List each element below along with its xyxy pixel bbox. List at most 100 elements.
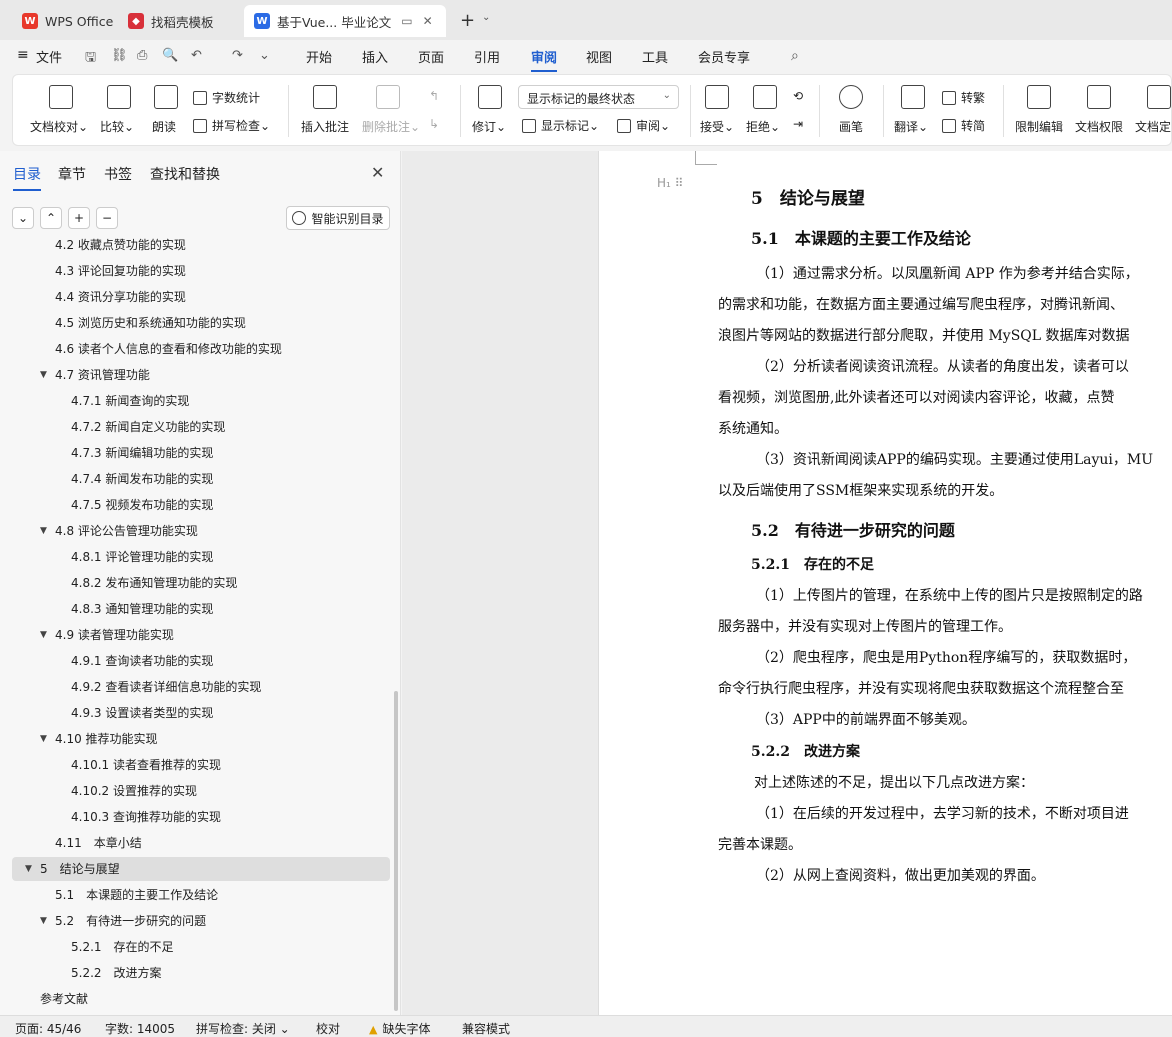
track-changes-button[interactable]: 修订⌄ xyxy=(469,75,509,147)
review-pane-button[interactable]: 审阅 ⌄ xyxy=(617,117,670,134)
reject-button[interactable]: 拒绝⌄ xyxy=(745,75,781,147)
expand-arrow-icon[interactable]: ▼ xyxy=(40,364,47,386)
toc-item[interactable]: 4.8.1 评论管理功能的实现 xyxy=(71,546,213,568)
toc-item[interactable]: 4.2 收藏点赞功能的实现 xyxy=(55,234,186,256)
collapse-up-icon[interactable]: ⌃ xyxy=(40,207,62,229)
toc-scrollbar[interactable] xyxy=(394,691,398,1011)
spell-check-button[interactable]: 拼写检查 ⌄ xyxy=(193,117,270,134)
to-simplified-button[interactable]: 转简 xyxy=(942,117,985,134)
expand-arrow-icon[interactable]: ▼ xyxy=(40,728,47,750)
toc-item[interactable]: ▼ 4.10 推荐功能实现 xyxy=(40,728,158,750)
nav-tab-find-replace[interactable]: 查找和替换 xyxy=(150,164,220,184)
word-count-button[interactable]: 字数统计 xyxy=(193,89,260,106)
menu-file[interactable]: 文件 xyxy=(36,47,62,66)
toc-item[interactable]: 4.10.3 查询推荐功能的实现 xyxy=(71,806,221,828)
toc-item[interactable]: 4.3 评论回复功能的实现 xyxy=(55,260,186,282)
expand-arrow-icon[interactable]: ▼ xyxy=(40,520,47,542)
save-icon[interactable]: 🖫 xyxy=(85,48,96,70)
toc-item[interactable]: 参考文献 xyxy=(40,988,88,1010)
toc-item[interactable]: 4.4 资讯分享功能的实现 xyxy=(55,286,186,308)
read-aloud-button[interactable]: 朗读 xyxy=(149,75,185,147)
page-indicator[interactable]: 页面: 45/46 xyxy=(15,1020,81,1037)
remove-heading-icon[interactable]: − xyxy=(96,207,118,229)
doc-proof-button[interactable]: 文档校对⌄ xyxy=(27,75,88,147)
toc-item[interactable]: 4.9.3 设置读者类型的实现 xyxy=(71,702,213,724)
close-tab-icon[interactable]: ✕ xyxy=(423,14,433,28)
menu-home[interactable]: 开始 xyxy=(306,47,332,66)
toc-item[interactable]: ▼ 4.7 资讯管理功能 xyxy=(40,364,150,386)
hamburger-icon[interactable]: ≡ xyxy=(17,47,29,63)
redo-icon[interactable]: ↷ xyxy=(232,48,243,63)
toc-item[interactable]: 4.7.3 新闻编辑功能的实现 xyxy=(71,442,213,464)
prev-change-icon[interactable]: ⟲ xyxy=(793,89,803,103)
toc-item[interactable]: 4.7.4 新闻发布功能的实现 xyxy=(71,468,213,490)
toc-item[interactable]: 5.2.2 改进方案 xyxy=(71,962,162,984)
print-icon[interactable]: ⎙ xyxy=(137,48,147,63)
restrict-edit-button[interactable]: 限制编辑 xyxy=(1011,75,1067,147)
to-traditional-button[interactable]: 转繁 xyxy=(942,89,985,106)
proof-status[interactable]: 校对 xyxy=(316,1020,340,1037)
accept-button[interactable]: 接受⌄ xyxy=(699,75,735,147)
tab-document[interactable]: W 基于Vue... 毕业论文 ▭ ✕ xyxy=(244,5,446,37)
chevron-down-icon[interactable]: ⌄ xyxy=(259,48,270,63)
toc-item[interactable]: 4.7.5 视频发布功能的实现 xyxy=(71,494,213,516)
heading-drag-handle-icon[interactable]: H₁ ⠿ xyxy=(657,176,683,190)
nav-tab-toc[interactable]: 目录 xyxy=(13,164,41,191)
menu-membership[interactable]: 会员专享 xyxy=(698,47,750,66)
toc-item[interactable]: ▼ 4.8 评论公告管理功能实现 xyxy=(40,520,198,542)
toc-item[interactable]: ▼ 5.2 有待进一步研究的问题 xyxy=(40,910,206,932)
doc-permission-button[interactable]: 文档权限 xyxy=(1071,75,1127,147)
expand-arrow-icon[interactable]: ▼ xyxy=(25,858,32,880)
spell-check-status[interactable]: 拼写检查: 关闭 ⌄ xyxy=(196,1020,290,1037)
expand-arrow-icon[interactable]: ▼ xyxy=(40,624,47,646)
link-icon[interactable]: ⛓ xyxy=(111,48,128,63)
chevron-down-icon[interactable]: ⌄ xyxy=(482,12,490,23)
expand-down-icon[interactable]: ⌄ xyxy=(12,207,34,229)
pen-button[interactable]: 画笔 xyxy=(831,75,871,147)
toc-item[interactable]: 4.11 本章小结 xyxy=(55,832,142,854)
document-page[interactable]: H₁ ⠿ 5 结论与展望 5.1 本课题的主要工作及结论 （1）通过需求分析。以凤凰… xyxy=(598,151,1172,1015)
toc-item[interactable]: ▼ 4.9 读者管理功能实现 xyxy=(40,624,174,646)
next-comment-icon[interactable]: ↳ xyxy=(429,117,439,131)
tab-docer-templates[interactable]: ◆ 找稻壳模板 xyxy=(118,5,224,37)
undo-icon[interactable]: ↶ xyxy=(191,48,202,63)
close-pane-icon[interactable]: ✕ xyxy=(371,163,384,182)
next-change-icon[interactable]: ⇥ xyxy=(793,117,803,131)
toc-item[interactable]: 4.10.2 设置推荐的实现 xyxy=(71,780,197,802)
toc-item[interactable]: 4.8.3 通知管理功能的实现 xyxy=(71,598,213,620)
print-preview-icon[interactable]: 🔍 xyxy=(162,48,178,63)
markup-state-select[interactable]: 显示标记的最终状态 ⌄ xyxy=(518,85,679,109)
toc-item[interactable]: 4.7.2 新闻自定义功能的实现 xyxy=(71,416,225,438)
menu-references[interactable]: 引用 xyxy=(474,47,500,66)
monitor-icon[interactable]: ▭ xyxy=(401,14,412,28)
word-count-indicator[interactable]: 字数: 14005 xyxy=(105,1020,175,1037)
toc-item[interactable]: 4.8.2 发布通知管理功能的实现 xyxy=(71,572,237,594)
menu-tools[interactable]: 工具 xyxy=(642,47,668,66)
menu-page[interactable]: 页面 xyxy=(418,47,444,66)
compare-button[interactable]: 比较⌄ xyxy=(97,75,137,147)
delete-comment-button[interactable]: 删除批注⌄ xyxy=(360,75,420,147)
new-tab-icon[interactable]: + xyxy=(460,10,475,31)
doc-final-button[interactable]: 文档定稿 xyxy=(1131,75,1171,147)
toc-item[interactable]: 4.7.1 新闻查询的实现 xyxy=(71,390,189,412)
toc-item[interactable]: 5.2.1 存在的不足 xyxy=(71,936,174,958)
toc-item[interactable]: 4.6 读者个人信息的查看和修改功能的实现 xyxy=(55,338,282,360)
menu-view[interactable]: 视图 xyxy=(586,47,612,66)
insert-comment-button[interactable]: 插入批注 xyxy=(299,75,351,147)
menu-insert[interactable]: 插入 xyxy=(362,47,388,66)
translate-button[interactable]: 翻译⌄ xyxy=(891,75,931,147)
toc-item[interactable]: 4.5 浏览历史和系统通知功能的实现 xyxy=(55,312,246,334)
tab-wps-office[interactable]: W WPS Office xyxy=(12,5,123,37)
menu-review[interactable]: 审阅 xyxy=(531,47,558,72)
add-heading-icon[interactable]: + xyxy=(68,207,90,229)
toc-item[interactable]: 4.10.1 读者查看推荐的实现 xyxy=(71,754,221,776)
toc-item[interactable]: 4.9.2 查看读者详细信息功能的实现 xyxy=(71,676,261,698)
expand-arrow-icon[interactable]: ▼ xyxy=(40,910,47,932)
nav-tab-bookmarks[interactable]: 书签 xyxy=(104,164,132,184)
toc-item[interactable]: 5.1 本课题的主要工作及结论 xyxy=(55,884,218,906)
toc-item[interactable]: 4.9.1 查询读者功能的实现 xyxy=(71,650,213,672)
prev-comment-icon[interactable]: ↰ xyxy=(429,89,439,103)
search-icon[interactable]: ⌕ xyxy=(791,48,799,64)
show-markup-button[interactable]: 显示标记 ⌄ xyxy=(522,117,599,134)
nav-tab-chapters[interactable]: 章节 xyxy=(58,164,86,184)
